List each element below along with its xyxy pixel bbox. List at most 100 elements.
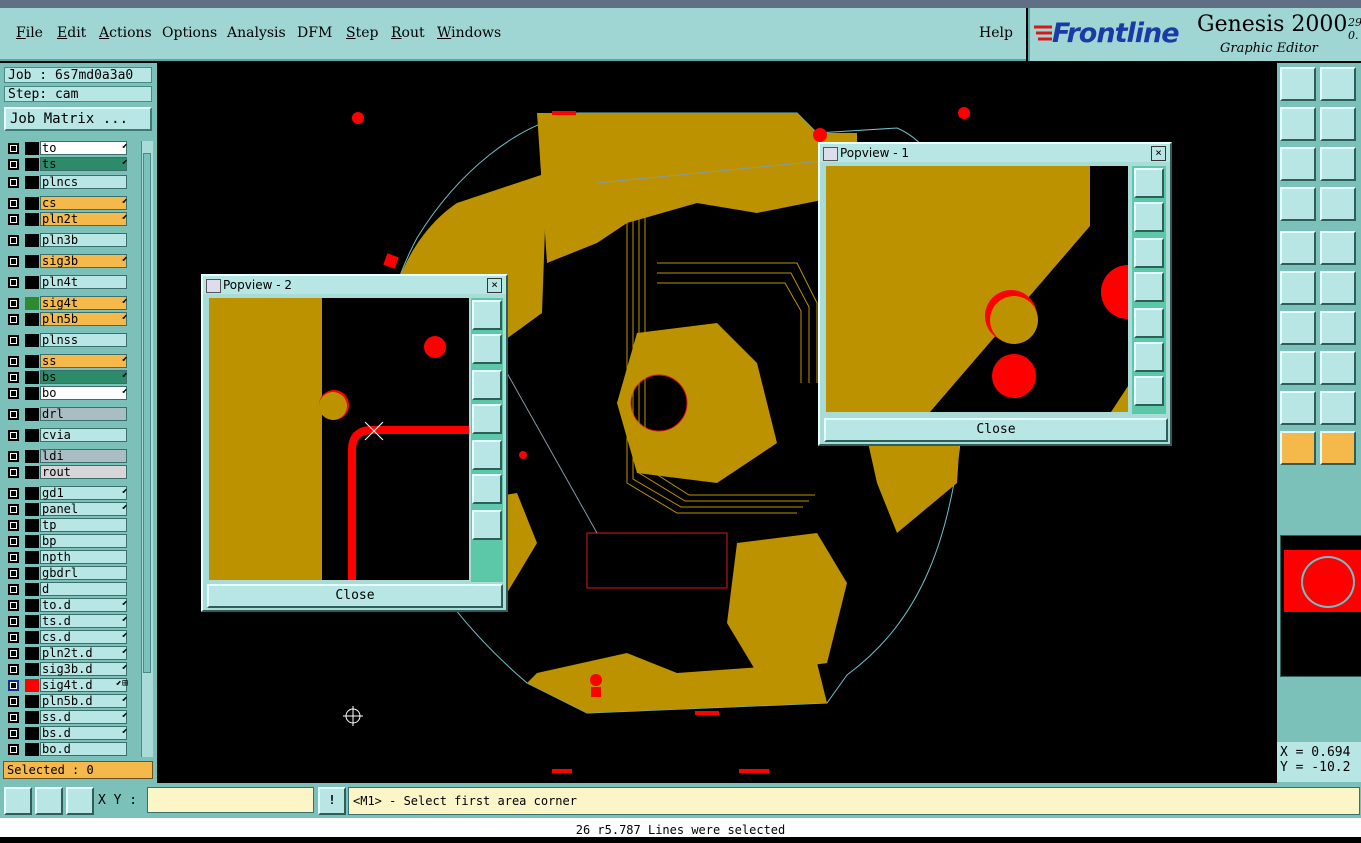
popview-1-tool-5[interactable]	[1134, 308, 1164, 338]
layer-color-swatch[interactable]	[25, 487, 39, 500]
popview-1-canvas[interactable]	[826, 166, 1128, 412]
popview-2-tool-7[interactable]	[472, 510, 502, 540]
layer-row[interactable]: ss.d ⬋	[4, 710, 130, 724]
layer-name[interactable]: bs	[40, 370, 127, 384]
popview-2-tool-2[interactable]	[472, 334, 502, 364]
layer-color-swatch[interactable]	[25, 387, 39, 400]
layer-checkbox[interactable]	[8, 198, 19, 209]
popview-2-canvas[interactable]	[209, 298, 469, 580]
layer-row[interactable]: cs ⬋	[4, 196, 130, 210]
layer-checkbox[interactable]	[8, 744, 19, 755]
layer-checkbox[interactable]	[8, 680, 19, 691]
layer-name[interactable]: pln4t	[40, 275, 127, 289]
layer-checkbox[interactable]	[8, 536, 19, 547]
layer-name[interactable]: drl	[40, 407, 127, 421]
menu-dfm[interactable]: DFM	[297, 25, 332, 41]
layer-row[interactable]: gd1 ⬋	[4, 486, 130, 500]
layer-color-swatch[interactable]	[25, 158, 39, 171]
layer-name[interactable]: to.d	[40, 598, 127, 612]
layer-color-swatch[interactable]	[25, 663, 39, 676]
layer-name[interactable]: gd1	[40, 486, 127, 500]
layer-row[interactable]: plncs	[4, 175, 130, 189]
layer-row[interactable]: pln4t	[4, 275, 130, 289]
layer-name[interactable]: gbdrl	[40, 566, 127, 580]
layer-row[interactable]: ts.d ⬋	[4, 614, 130, 628]
layer-name[interactable]: bo	[40, 386, 127, 400]
layer-name[interactable]: rout	[40, 465, 127, 479]
select-pointer-button[interactable]	[1320, 431, 1356, 465]
layer-color-swatch[interactable]	[25, 450, 39, 463]
layer-name[interactable]: tp	[40, 518, 127, 532]
layer-checkbox[interactable]	[8, 159, 19, 170]
layer-row[interactable]: cs.d ⬋	[4, 630, 130, 644]
layer-row[interactable]: bo.d	[4, 742, 130, 756]
layer-color-swatch[interactable]	[25, 583, 39, 596]
layer-name[interactable]: d	[40, 582, 127, 596]
popview-1-tool-2[interactable]	[1134, 202, 1164, 232]
layer-row[interactable]: plnss	[4, 333, 130, 347]
layer-color-swatch[interactable]	[25, 334, 39, 347]
layer-color-swatch[interactable]	[25, 408, 39, 421]
menu-file[interactable]: File	[16, 25, 43, 41]
popview-1-tool-3[interactable]	[1134, 238, 1164, 268]
layer-row[interactable]: bs ⬋	[4, 370, 130, 384]
layer-name[interactable]: sig4t.d	[40, 678, 127, 692]
layer-name[interactable]: ss	[40, 354, 127, 368]
pan-down-button[interactable]	[1320, 67, 1356, 101]
zoom-fit-button[interactable]	[1280, 147, 1316, 181]
layer-color-swatch[interactable]	[25, 599, 39, 612]
menu-analysis[interactable]: Analysis	[227, 25, 286, 41]
layer-color-swatch[interactable]	[25, 355, 39, 368]
layer-row[interactable]: panel ⬋	[4, 502, 130, 516]
layer-name[interactable]: cvia	[40, 428, 127, 442]
layer-checkbox[interactable]	[8, 568, 19, 579]
layer-color-swatch[interactable]	[25, 371, 39, 384]
layer-scrollbar[interactable]	[141, 141, 153, 757]
layer-name[interactable]: cs	[40, 196, 127, 210]
layer-color-swatch[interactable]	[25, 313, 39, 326]
menu-actions[interactable]: Actions	[99, 25, 152, 41]
layer-row[interactable]: sig4t.d ⬋⊞	[4, 678, 130, 692]
layer-row[interactable]: bo ⬋	[4, 386, 130, 400]
layer-name[interactable]: bp	[40, 534, 127, 548]
layer-row[interactable]: bs.d ⬋	[4, 726, 130, 740]
layer-color-swatch[interactable]	[25, 695, 39, 708]
layer-color-swatch[interactable]	[25, 551, 39, 564]
net-button[interactable]	[1280, 271, 1316, 305]
layer-row[interactable]: rout	[4, 465, 130, 479]
popview-1-tool-6[interactable]	[1134, 342, 1164, 372]
layer-row[interactable]: tp	[4, 518, 130, 532]
layer-row[interactable]: pln2t ⬋	[4, 212, 130, 226]
layer-checkbox[interactable]	[8, 488, 19, 499]
scrollbar-thumb[interactable]	[143, 153, 151, 673]
xy-input[interactable]	[147, 787, 314, 813]
popview-1-tool-7[interactable]	[1134, 376, 1164, 406]
popview-2-tool-4[interactable]	[472, 404, 502, 434]
layer-row[interactable]: pln2t.d ⬋	[4, 646, 130, 660]
layer-name[interactable]: ldi	[40, 449, 127, 463]
layer-row[interactable]: sig4t ⬋	[4, 296, 130, 310]
delete-net-button[interactable]	[1320, 271, 1356, 305]
overview-map[interactable]	[1280, 535, 1361, 677]
layer-name[interactable]: ts.d	[40, 614, 127, 628]
popview-2-tool-5[interactable]	[472, 440, 502, 470]
layer-checkbox[interactable]	[8, 256, 19, 267]
popview-1-tool-4[interactable]	[1134, 272, 1164, 302]
pan-right-button[interactable]	[1320, 107, 1356, 141]
layer-checkbox[interactable]	[8, 372, 19, 383]
menu-edit[interactable]: Edit	[57, 25, 86, 41]
layer-name[interactable]: pln2t.d	[40, 646, 127, 660]
layer-checkbox[interactable]	[8, 314, 19, 325]
layer-name[interactable]: pln2t	[40, 212, 127, 226]
layer-checkbox[interactable]	[8, 552, 19, 563]
layer-checkbox[interactable]	[8, 177, 19, 188]
layer-checkbox[interactable]	[8, 664, 19, 675]
layer-name[interactable]: pln5b.d	[40, 694, 127, 708]
layer-color-swatch[interactable]	[25, 519, 39, 532]
layer-name[interactable]: plncs	[40, 175, 127, 189]
layer-checkbox[interactable]	[8, 616, 19, 627]
popview-1-close-icon[interactable]: ×	[1151, 146, 1166, 161]
layer-name[interactable]: bs.d	[40, 726, 127, 740]
pan-up-button[interactable]	[1280, 67, 1316, 101]
layer-checkbox[interactable]	[8, 712, 19, 723]
